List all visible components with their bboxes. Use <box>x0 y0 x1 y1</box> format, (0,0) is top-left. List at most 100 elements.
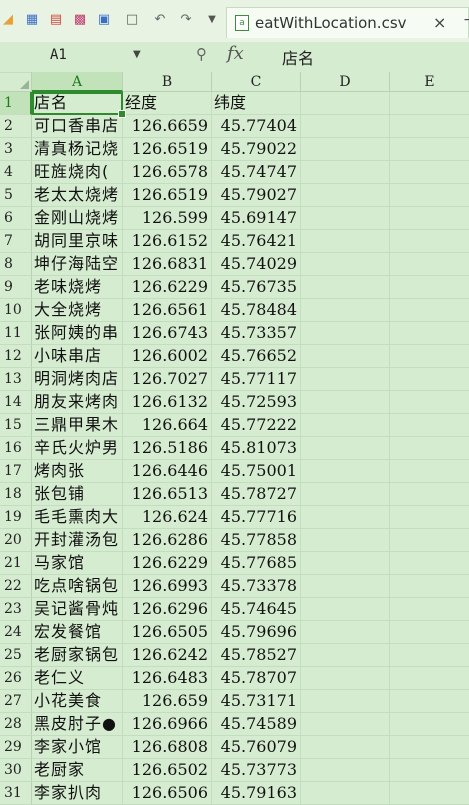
cell-empty[interactable] <box>390 138 469 161</box>
cell-empty[interactable] <box>301 644 390 667</box>
cell-store-name[interactable]: 李家扒肉 <box>32 782 123 805</box>
row-header[interactable]: 30 <box>0 759 32 782</box>
cell-store-name[interactable]: 吴记酱骨炖 <box>32 598 123 621</box>
cell-longitude[interactable]: 126.6743 <box>123 322 212 345</box>
cell-longitude[interactable]: 126.6502 <box>123 759 212 782</box>
row-header[interactable]: 13 <box>0 368 32 391</box>
row-header[interactable]: 9 <box>0 276 32 299</box>
cell-store-name[interactable]: 店名 <box>32 92 123 115</box>
cell-longitude[interactable]: 126.6519 <box>123 138 212 161</box>
save-icon[interactable]: ▦ <box>24 12 40 28</box>
cell-empty[interactable] <box>390 184 469 207</box>
column-header-a[interactable]: A <box>32 72 123 92</box>
row-header[interactable]: 19 <box>0 506 32 529</box>
cell-empty[interactable] <box>301 483 390 506</box>
cell-latitude[interactable]: 45.76421 <box>212 230 301 253</box>
cell-empty[interactable] <box>301 506 390 529</box>
row-header[interactable]: 21 <box>0 552 32 575</box>
cell-latitude[interactable]: 45.78527 <box>212 644 301 667</box>
row-header[interactable]: 7 <box>0 230 32 253</box>
cell-empty[interactable] <box>301 230 390 253</box>
cell-latitude[interactable]: 45.69147 <box>212 207 301 230</box>
row-header[interactable]: 8 <box>0 253 32 276</box>
cell-empty[interactable] <box>301 115 390 138</box>
cell-store-name[interactable]: 朋友来烤肉 <box>32 391 123 414</box>
cell-empty[interactable] <box>390 782 469 805</box>
cell-latitude[interactable]: 45.76079 <box>212 736 301 759</box>
cell-store-name[interactable]: 胡同里京味 <box>32 230 123 253</box>
cell-store-name[interactable]: 老厨家 <box>32 759 123 782</box>
cell-empty[interactable] <box>390 759 469 782</box>
cell-longitude[interactable]: 126.7027 <box>123 368 212 391</box>
cell-store-name[interactable]: 老太太烧烤 <box>32 184 123 207</box>
column-header-e[interactable]: E <box>390 72 469 92</box>
cell-empty[interactable] <box>390 368 469 391</box>
cell-latitude[interactable]: 45.77716 <box>212 506 301 529</box>
column-header-b[interactable]: B <box>123 72 212 92</box>
cell-latitude[interactable]: 45.77117 <box>212 368 301 391</box>
formula-input[interactable]: 店名 <box>282 45 314 69</box>
row-header[interactable]: 20 <box>0 529 32 552</box>
cell-empty[interactable] <box>301 414 390 437</box>
column-header-d[interactable]: D <box>301 72 390 92</box>
cell-empty[interactable] <box>390 667 469 690</box>
cell-longitude[interactable]: 126.664 <box>123 414 212 437</box>
row-header[interactable]: 27 <box>0 690 32 713</box>
cell-store-name[interactable]: 小味串店 <box>32 345 123 368</box>
row-header[interactable]: 10 <box>0 299 32 322</box>
cell-latitude[interactable]: 45.73357 <box>212 322 301 345</box>
row-header[interactable]: 29 <box>0 736 32 759</box>
row-header[interactable]: 12 <box>0 345 32 368</box>
cell-store-name[interactable]: 老味烧烤 <box>32 276 123 299</box>
cell-latitude[interactable]: 45.79027 <box>212 184 301 207</box>
cell-empty[interactable] <box>390 161 469 184</box>
cell-empty[interactable] <box>301 759 390 782</box>
cell-longitude[interactable]: 126.6152 <box>123 230 212 253</box>
cell-empty[interactable] <box>390 437 469 460</box>
cell-latitude[interactable]: 45.81073 <box>212 437 301 460</box>
row-header[interactable]: 14 <box>0 391 32 414</box>
cell-empty[interactable] <box>301 575 390 598</box>
cell-latitude[interactable]: 45.74029 <box>212 253 301 276</box>
cell-longitude[interactable]: 126.6993 <box>123 575 212 598</box>
cell-latitude[interactable]: 45.79163 <box>212 782 301 805</box>
cell-latitude[interactable]: 45.73378 <box>212 575 301 598</box>
cell-store-name[interactable]: 旺旌烧肉( <box>32 161 123 184</box>
cell-empty[interactable] <box>301 713 390 736</box>
cell-empty[interactable] <box>301 598 390 621</box>
cell-empty[interactable] <box>301 322 390 345</box>
cell-empty[interactable] <box>390 253 469 276</box>
cell-longitude[interactable]: 126.599 <box>123 207 212 230</box>
cell-store-name[interactable]: 张阿姨的串 <box>32 322 123 345</box>
row-header[interactable]: 15 <box>0 414 32 437</box>
cell-latitude[interactable]: 45.77858 <box>212 529 301 552</box>
cell-empty[interactable] <box>301 138 390 161</box>
row-header[interactable]: 4 <box>0 161 32 184</box>
cell-empty[interactable] <box>390 276 469 299</box>
cell-empty[interactable] <box>390 575 469 598</box>
file-tab[interactable]: a eatWithLocation.csv × − <box>226 7 469 38</box>
cell-longitude[interactable]: 126.6578 <box>123 161 212 184</box>
cell-longitude[interactable]: 126.624 <box>123 506 212 529</box>
cell-store-name[interactable]: 黑皮肘子● <box>32 713 123 736</box>
cell-longitude[interactable]: 126.6446 <box>123 460 212 483</box>
page-preview-icon[interactable]: □ <box>124 12 140 28</box>
cell-store-name[interactable]: 坤仔海陆空 <box>32 253 123 276</box>
cell-longitude[interactable]: 126.5186 <box>123 437 212 460</box>
cell-empty[interactable] <box>390 115 469 138</box>
cell-latitude[interactable]: 45.74645 <box>212 598 301 621</box>
cell-latitude[interactable]: 45.73171 <box>212 690 301 713</box>
cell-empty[interactable] <box>390 391 469 414</box>
cell-longitude[interactable]: 126.6519 <box>123 184 212 207</box>
undo-icon[interactable]: ↶ <box>152 12 168 28</box>
cell-store-name[interactable]: 开封灌汤包 <box>32 529 123 552</box>
row-header[interactable]: 1 <box>0 92 32 115</box>
cell-empty[interactable] <box>301 782 390 805</box>
row-header[interactable]: 31 <box>0 782 32 805</box>
cell-latitude[interactable]: 45.75001 <box>212 460 301 483</box>
row-header[interactable]: 26 <box>0 667 32 690</box>
cell-longitude[interactable]: 126.6002 <box>123 345 212 368</box>
cell-store-name[interactable]: 毛毛熏肉大 <box>32 506 123 529</box>
print-preview-icon[interactable]: ▣ <box>96 12 112 28</box>
cell-empty[interactable] <box>390 598 469 621</box>
